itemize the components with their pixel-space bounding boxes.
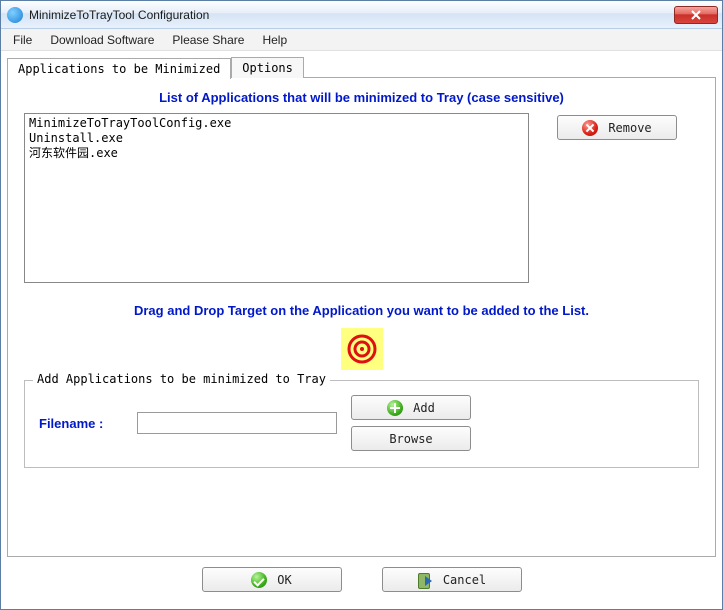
content-area: 河东软件园 www.pc0359.cn Applications to be M… [1,51,722,609]
add-icon [387,400,403,416]
close-icon [691,10,701,20]
window-title: MinimizeToTrayTool Configuration [29,8,674,22]
cancel-button[interactable]: Cancel [382,567,522,592]
menu-download-software[interactable]: Download Software [42,30,162,50]
drag-drop-hint: Drag and Drop Target on the Application … [24,303,699,318]
filename-input[interactable] [137,412,337,434]
close-button[interactable] [674,6,718,24]
menu-file[interactable]: File [5,30,40,50]
ok-button-label: OK [277,573,291,587]
tab-applications[interactable]: Applications to be Minimized [7,58,231,79]
fieldset-legend: Add Applications to be minimized to Tray [33,372,330,386]
add-application-group: Add Applications to be minimized to Tray… [24,380,699,468]
tabstrip: Applications to be Minimized Options [7,57,716,78]
drag-drop-target[interactable] [341,328,383,370]
remove-icon [582,120,598,136]
ok-icon [251,572,267,588]
browse-button-label: Browse [389,432,432,446]
application-listbox[interactable]: MinimizeToTrayToolConfig.exe Uninstall.e… [24,113,529,283]
target-icon [347,334,377,364]
add-button[interactable]: Add [351,395,471,420]
list-heading: List of Applications that will be minimi… [24,90,699,105]
menu-please-share[interactable]: Please Share [164,30,252,50]
ok-button[interactable]: OK [202,567,342,592]
filename-label: Filename : [39,416,123,431]
add-button-label: Add [413,401,435,415]
remove-button[interactable]: Remove [557,115,677,140]
dialog-buttons: OK Cancel [7,557,716,598]
menubar: File Download Software Please Share Help [1,29,722,51]
menu-help[interactable]: Help [254,30,295,50]
tab-panel-applications: List of Applications that will be minimi… [7,77,716,557]
titlebar[interactable]: MinimizeToTrayTool Configuration [1,1,722,29]
browse-button[interactable]: Browse [351,426,471,451]
app-icon [7,7,23,23]
remove-button-label: Remove [608,121,651,135]
cancel-icon [417,572,433,588]
app-window: MinimizeToTrayTool Configuration File Do… [0,0,723,610]
cancel-button-label: Cancel [443,573,486,587]
tab-options[interactable]: Options [231,57,304,78]
